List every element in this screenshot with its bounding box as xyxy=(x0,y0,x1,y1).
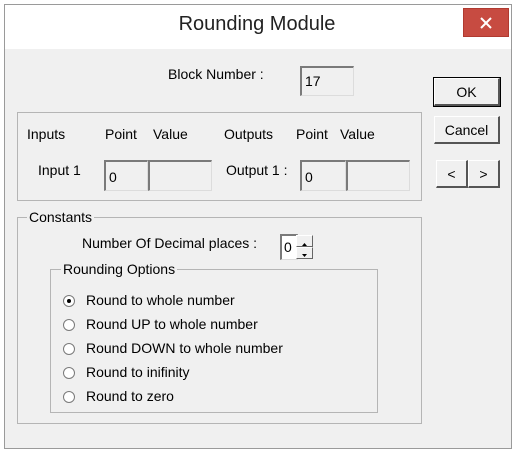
constants-title: Constants xyxy=(27,209,95,225)
rounding-option[interactable]: Round to inifinity xyxy=(63,364,343,384)
spin-up-button[interactable] xyxy=(296,235,313,247)
rounding-option-label: Round UP to whole number xyxy=(86,316,258,332)
radio-icon[interactable] xyxy=(63,367,75,379)
close-icon xyxy=(480,17,492,29)
output1-point-field: 0 xyxy=(300,160,346,191)
decimal-places-spinner[interactable] xyxy=(296,235,320,259)
input-point-header: Point xyxy=(105,126,137,142)
rounding-option-label: Round to inifinity xyxy=(86,364,190,380)
output-value-header: Value xyxy=(340,126,375,142)
inputs-header: Inputs xyxy=(27,126,66,142)
prev-button[interactable]: < xyxy=(436,160,468,188)
radio-icon[interactable] xyxy=(63,319,75,331)
block-number-label: Block Number : xyxy=(168,66,264,82)
input1-value-field xyxy=(148,160,212,191)
rounding-option-label: Round to whole number xyxy=(86,292,235,308)
block-number-field: 17 xyxy=(300,66,354,96)
close-button[interactable] xyxy=(463,8,509,37)
window-title: Rounding Module xyxy=(178,13,336,35)
rounding-option[interactable]: Round UP to whole number xyxy=(63,316,343,336)
output1-value-field xyxy=(346,160,410,191)
radio-selected-icon[interactable] xyxy=(63,295,75,307)
next-button[interactable]: > xyxy=(468,160,500,188)
spin-down-button[interactable] xyxy=(296,247,313,259)
rounding-options-title: Rounding Options xyxy=(61,261,178,277)
rounding-option[interactable]: Round to zero xyxy=(63,388,343,408)
radio-icon[interactable] xyxy=(63,343,75,355)
rounding-option-label: Round DOWN to whole number xyxy=(86,340,283,356)
ok-button[interactable]: OK xyxy=(433,77,501,107)
cancel-button[interactable]: Cancel xyxy=(434,116,500,144)
radio-icon[interactable] xyxy=(63,391,75,403)
rounding-option-label: Round to zero xyxy=(86,388,174,404)
outputs-header: Outputs xyxy=(224,126,274,142)
output-point-header: Point xyxy=(296,126,328,142)
input1-point-field: 0 xyxy=(104,160,148,191)
rounding-option[interactable]: Round DOWN to whole number xyxy=(63,340,343,360)
rounding-option[interactable]: Round to whole number xyxy=(63,292,343,312)
decimal-places-label: Number Of Decimal places : xyxy=(82,235,258,251)
input1-label: Input 1 xyxy=(38,162,81,178)
input-value-header: Value xyxy=(153,126,188,142)
output1-label: Output 1 : xyxy=(226,162,288,178)
arrow-down-icon xyxy=(302,254,307,257)
